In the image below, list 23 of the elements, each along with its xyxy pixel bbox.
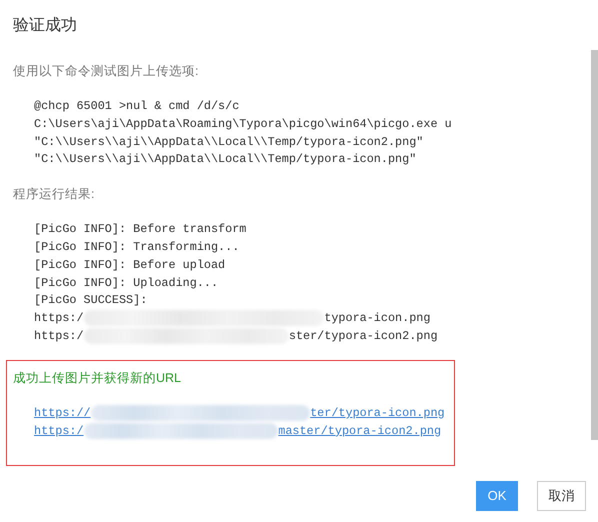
output-text: https:/ — [34, 311, 84, 326]
dialog-title: 验证成功 — [12, 16, 78, 36]
ok-button[interactable]: OK — [476, 481, 518, 511]
command-line: C:\Users\aji\AppData\Roaming\Typora\picgo\win64\picgo.exe u — [33, 116, 453, 133]
url-link[interactable]: ter/typora-icon.png — [310, 406, 445, 420]
command-line: "C:\\Users\\aji\\AppData\\Local\\Temp/typora-icon.png" — [33, 151, 418, 168]
url-link[interactable]: master/typora-icon2.png — [278, 424, 442, 438]
output-line: [PicGo INFO]: Before transform — [33, 221, 248, 238]
section-label: 使用以下命令测试图片上传选项: — [13, 63, 200, 80]
output-text: ster/typora-icon2.png — [288, 329, 438, 344]
output-line: [PicGo INFO]: Before upload — [33, 256, 226, 274]
output-line: [PicGo INFO]: Uploading... — [33, 274, 220, 292]
success-message: 成功上传图片并获得新的URL — [13, 370, 182, 387]
section-label: 程序运行结果: — [13, 186, 96, 204]
output-line: [PicGo SUCCESS]: — [33, 292, 148, 310]
url-link[interactable]: https:// — [34, 406, 91, 420]
output-text: typora-icon.png — [324, 311, 430, 326]
output-text: https:/ — [34, 329, 84, 344]
url-link[interactable]: https:/ — [34, 424, 84, 438]
cancel-button[interactable]: 取消 — [537, 481, 586, 511]
command-line: "C:\\Users\\aji\\AppData\\Local\\Temp/typora-icon2.png" — [33, 134, 424, 151]
command-line: @chcp 65001 >nul & cmd /d/s/c — [33, 98, 240, 115]
output-line: [PicGo INFO]: Transforming... — [33, 238, 240, 256]
